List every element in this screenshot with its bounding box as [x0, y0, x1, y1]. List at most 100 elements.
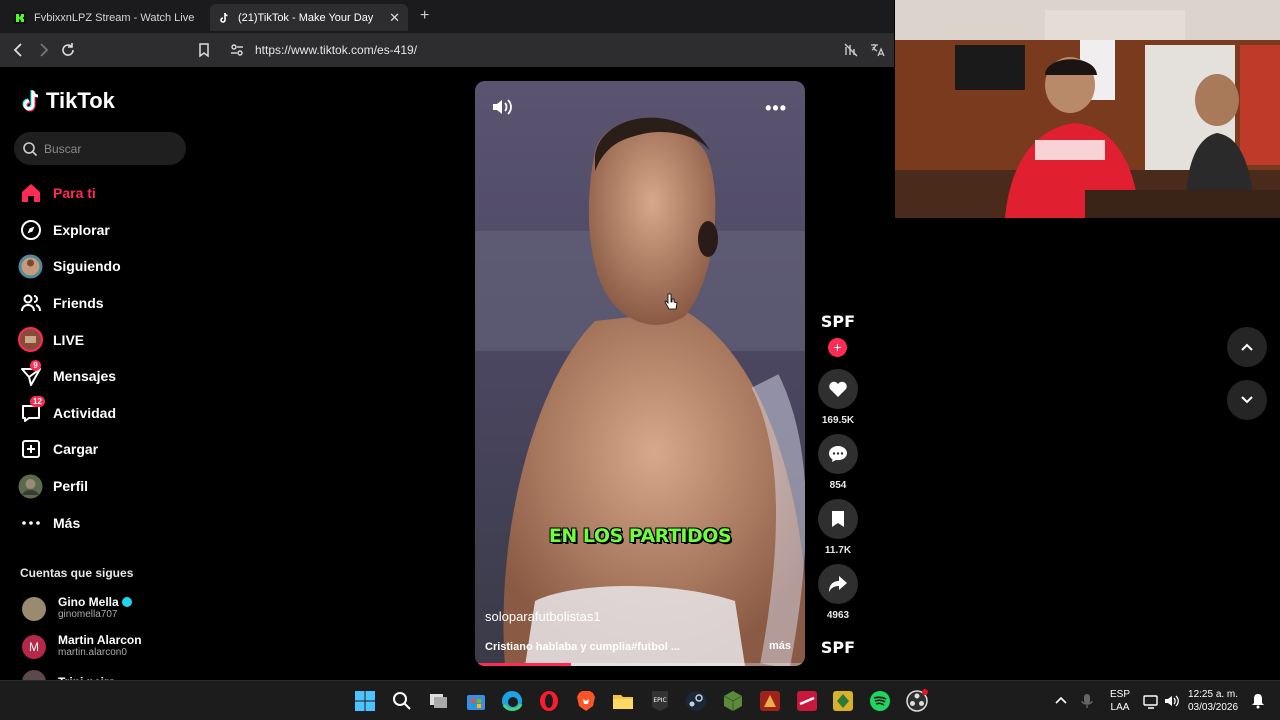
app-icon[interactable]: [831, 689, 855, 713]
sidebar-item-mensajes[interactable]: 9 Mensajes: [18, 358, 188, 395]
like-action[interactable]: 169.5K: [818, 369, 858, 426]
save-action[interactable]: 11.7K: [818, 499, 858, 556]
activity-badge: 12: [30, 396, 45, 408]
opera-icon[interactable]: [537, 689, 561, 713]
tab-tiktok[interactable]: (21)TikTok - Make Your Day ✕: [210, 4, 408, 31]
epic-games-icon[interactable]: EPIC: [648, 689, 672, 713]
sound-disc[interactable]: SPF: [816, 638, 860, 657]
close-tab-icon[interactable]: ✕: [389, 10, 400, 26]
sidebar-item-label: Más: [53, 514, 81, 531]
video-frame: [475, 81, 805, 666]
tab-kick[interactable]: FvbixxnLPZ Stream - Watch Live on K: [6, 4, 202, 31]
store-icon[interactable]: [464, 689, 488, 713]
sidebar-item-label: Cargar: [53, 441, 99, 458]
comment-icon: [829, 446, 847, 462]
obs-icon[interactable]: [905, 689, 929, 713]
language-code: ESP: [1110, 689, 1131, 700]
spotify-icon[interactable]: [868, 689, 892, 713]
clock-time: 12:25 a. m.: [1188, 689, 1239, 700]
reader-mode-icon[interactable]: [842, 41, 860, 59]
logo-text: TikTok: [46, 88, 115, 113]
following-user[interactable]: M Martin Alarcon martin.alarcon0: [22, 634, 142, 659]
share-action[interactable]: 4963: [818, 564, 858, 621]
browser-tab-bar: FvbixxnLPZ Stream - Watch Live on K (21)…: [0, 0, 894, 33]
sidebar-item-cargar[interactable]: Cargar: [18, 431, 188, 468]
windows-start-icon[interactable]: [353, 689, 377, 713]
bookmark-icon: [832, 511, 844, 527]
video-progress-fill: [475, 663, 571, 666]
back-icon[interactable]: [10, 41, 28, 59]
user-name: Gino Mella: [58, 595, 119, 609]
microphone-icon[interactable]: [1078, 689, 1096, 713]
network-icon[interactable]: [1142, 689, 1160, 713]
search-icon[interactable]: [390, 689, 414, 713]
task-view-icon[interactable]: [427, 689, 451, 713]
address-bar: https://www.tiktok.com/es-419/: [0, 33, 894, 67]
video-player[interactable]: ••• EN LOS PARTIDOS soloparafutbolistas1…: [475, 81, 805, 666]
like-count: 169.5K: [821, 415, 855, 426]
more-options-icon[interactable]: •••: [765, 98, 787, 119]
clock-date: 03/03/2026: [1188, 702, 1239, 713]
search-input[interactable]: [44, 141, 174, 156]
tiktok-icon: [220, 12, 228, 23]
tab-title: (21)TikTok - Make Your Day: [238, 11, 374, 24]
file-explorer-icon[interactable]: [611, 689, 635, 713]
share-icon: [829, 576, 847, 592]
volume-icon[interactable]: [1163, 689, 1181, 713]
sidebar-item-mas[interactable]: Más: [18, 504, 188, 541]
game-icon[interactable]: [758, 689, 782, 713]
system-clock[interactable]: 12:25 a. m. 03/03/2026: [1188, 688, 1238, 714]
sidebar-item-explorar[interactable]: Explorar: [18, 212, 188, 249]
webcam-overlay: [895, 0, 1280, 218]
video-description: Cristiano hablaba y cumplia#futbol ...: [485, 641, 680, 653]
home-icon: [21, 184, 40, 203]
video-progress-bar[interactable]: [475, 663, 805, 666]
minecraft-icon[interactable]: [721, 689, 745, 713]
sidebar-item-live[interactable]: LIVE: [18, 321, 188, 358]
sidebar-item-para-ti[interactable]: Para ti: [18, 175, 188, 212]
bookmark-icon[interactable]: [195, 41, 213, 59]
video-author[interactable]: soloparafutbolistas1: [485, 609, 601, 624]
volume-icon[interactable]: [491, 97, 513, 117]
taskbar: EPIC ESP LAA 12:25 a. m. 03/03/2026: [0, 680, 1280, 720]
following-user[interactable]: Gino Mella ginomella707: [22, 596, 132, 621]
sidebar-item-siguiendo[interactable]: Siguiendo: [18, 248, 188, 285]
sidebar-item-label: Perfil: [53, 478, 89, 495]
chevron-up-icon[interactable]: [1052, 689, 1070, 713]
sidebar-item-label: LIVE: [53, 331, 85, 348]
previous-video-button[interactable]: [1227, 327, 1267, 367]
forza-icon[interactable]: [795, 689, 819, 713]
compass-icon: [20, 219, 41, 240]
search-box[interactable]: [14, 132, 186, 165]
kick-icon: [14, 11, 26, 24]
site-settings-icon[interactable]: [228, 41, 246, 59]
comment-action[interactable]: 854: [818, 434, 858, 491]
reload-icon[interactable]: [59, 41, 77, 59]
following-header: Cuentas que sigues: [20, 566, 134, 580]
edge-icon[interactable]: [500, 689, 524, 713]
follow-plus-button[interactable]: +: [828, 338, 847, 357]
steam-icon[interactable]: [684, 689, 708, 713]
user-handle: martin.alarcon0: [58, 647, 127, 658]
tiktok-logo[interactable]: TikTok: [20, 88, 115, 114]
sidebar-item-actividad[interactable]: 12 Actividad: [18, 395, 188, 432]
live-icon: [18, 327, 43, 353]
tab-title: FvbixxnLPZ Stream - Watch Live on K: [34, 11, 194, 24]
new-tab-button[interactable]: +: [420, 7, 429, 25]
user-name: Martin Alarcon: [58, 633, 142, 647]
input-language[interactable]: ESP LAA: [1110, 688, 1130, 714]
comment-count: 854: [829, 480, 847, 491]
brave-icon[interactable]: [574, 689, 598, 713]
sidebar-item-perfil[interactable]: Perfil: [18, 468, 188, 505]
share-count: 4963: [826, 610, 850, 621]
notification-bell-icon[interactable]: [1250, 689, 1266, 713]
keyboard-layout: LAA: [1110, 702, 1130, 713]
translate-icon[interactable]: [868, 41, 886, 59]
hand-cursor-icon: [664, 293, 678, 310]
video-subtitle: EN LOS PARTIDOS: [548, 525, 732, 547]
url-text[interactable]: https://www.tiktok.com/es-419/: [255, 43, 417, 57]
sidebar-item-friends[interactable]: Friends: [18, 285, 188, 322]
forward-icon[interactable]: [34, 41, 52, 59]
next-video-button[interactable]: [1227, 380, 1267, 420]
more-description-link[interactable]: más: [769, 640, 791, 652]
